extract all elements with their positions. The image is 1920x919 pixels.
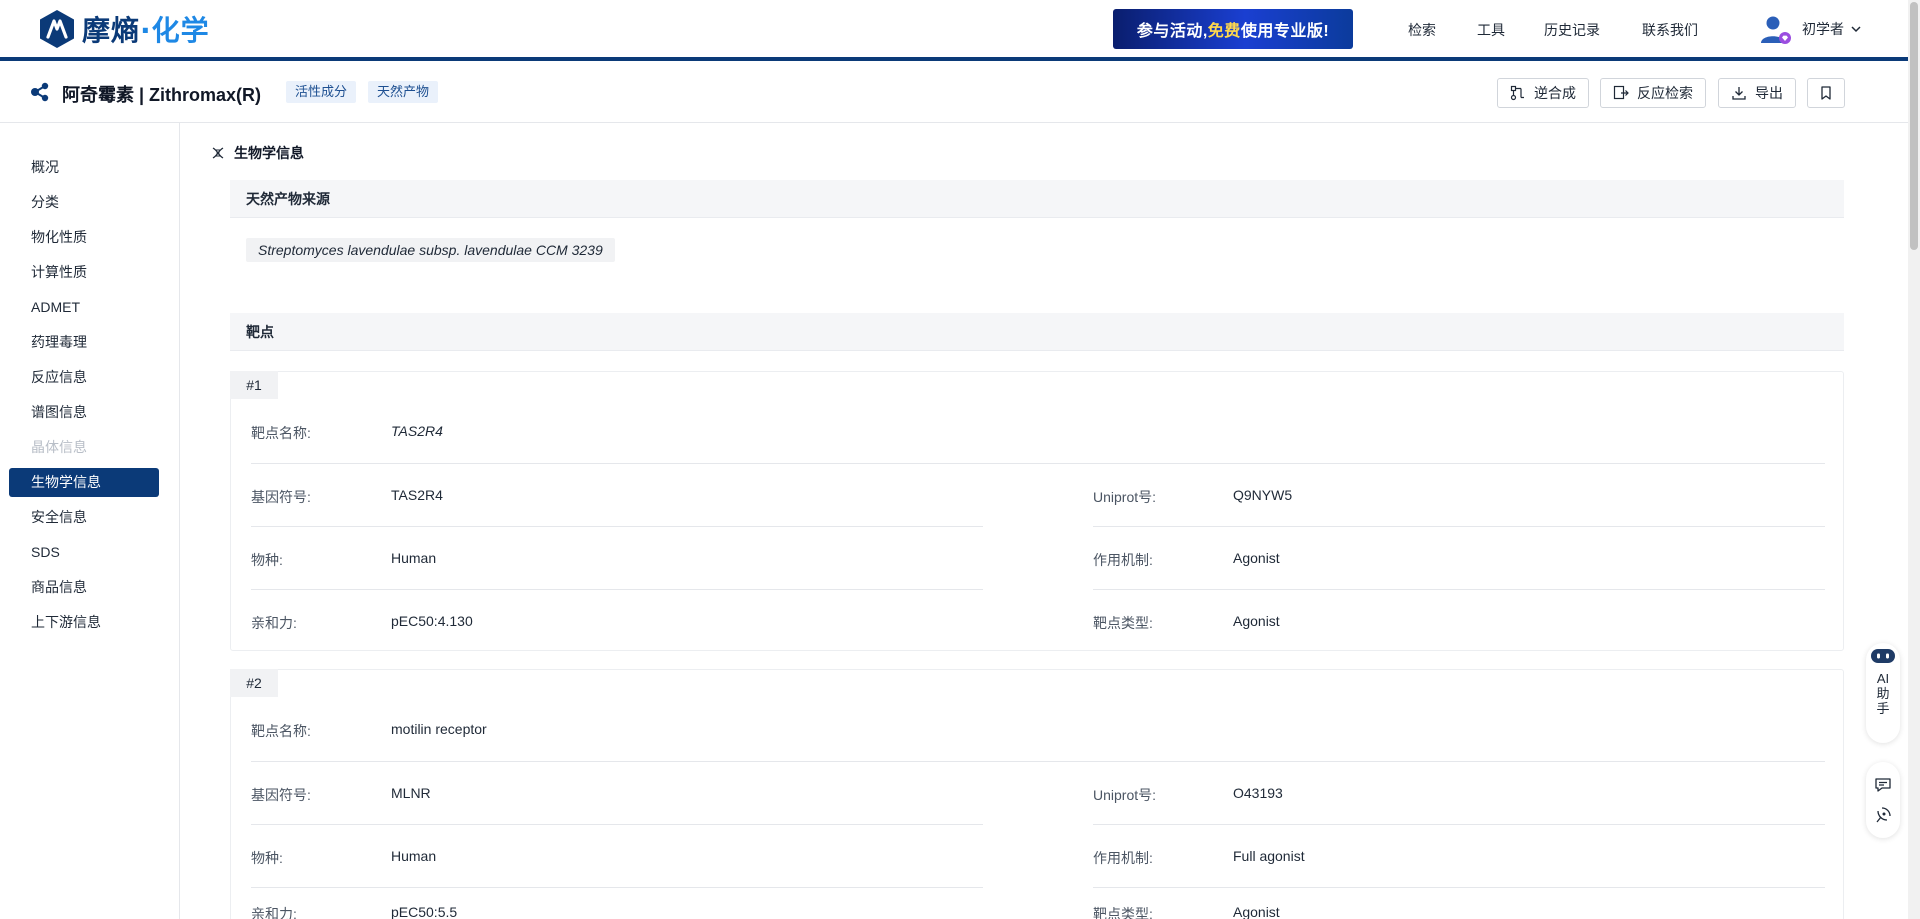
affinity-value: pEC50:5.5 <box>391 904 458 919</box>
nav-search[interactable]: 检索 <box>1408 20 1436 40</box>
satellite-icon[interactable] <box>1874 806 1892 824</box>
targets-heading: 靶点 <box>230 313 1844 351</box>
ai-assistant-label: AI助手 <box>1876 671 1890 716</box>
mechanism-label: 作用机制: <box>1093 552 1153 568</box>
affinity-label: 亲和力: <box>251 906 297 919</box>
nav-contact[interactable]: 联系我们 <box>1642 20 1698 40</box>
sidebar-item-admet[interactable]: ADMET <box>9 293 159 322</box>
affinity-label: 亲和力: <box>251 615 297 631</box>
species-label: 物种: <box>251 552 283 568</box>
sidebar-item-products[interactable]: 商品信息 <box>9 573 159 602</box>
row-divider <box>1093 589 1825 590</box>
target-type-value: Agonist <box>1233 904 1280 919</box>
gene-symbol-label: 基因符号: <box>251 787 311 803</box>
sidebar-item-upstream-downstream[interactable]: 上下游信息 <box>9 608 159 637</box>
sidebar-item-pharmacology[interactable]: 药理毒理 <box>9 328 159 357</box>
natural-source-species[interactable]: Streptomyces lavendulae subsp. lavendula… <box>246 238 615 262</box>
uniprot-label: Uniprot号: <box>1093 489 1157 505</box>
scrollbar-thumb[interactable] <box>1910 2 1918 250</box>
ai-assistant-button[interactable]: AI助手 <box>1866 643 1900 743</box>
section-title: 生物学信息 <box>210 143 304 163</box>
target-card: #1 靶点名称: TAS2R4 基因符号: TAS2R4 Uniprot号: Q… <box>230 371 1844 651</box>
retrosynthesis-icon <box>1510 85 1524 101</box>
feedback-icon[interactable] <box>1874 776 1892 794</box>
download-icon <box>1732 87 1746 100</box>
sidebar-item-biology[interactable]: 生物学信息 <box>9 468 159 497</box>
row-divider <box>1093 526 1825 527</box>
sidebar-nav: 概况 分类 物化性质 计算性质 ADMET 药理毒理 反应信息 谱图信息 晶体信… <box>0 123 180 919</box>
uniprot-value[interactable]: O43193 <box>1233 785 1283 801</box>
export-button[interactable]: 导出 <box>1718 78 1796 108</box>
nav-history[interactable]: 历史记录 <box>1544 20 1600 40</box>
row-divider <box>251 824 983 825</box>
sidebar-item-computed[interactable]: 计算性质 <box>9 258 159 287</box>
page-scrollbar[interactable] <box>1908 0 1920 919</box>
dna-icon <box>212 147 224 159</box>
row-divider <box>251 761 1825 762</box>
target-index-badge: #1 <box>230 371 278 399</box>
target-name-value: TAS2R4 <box>391 423 443 439</box>
bookmark-button[interactable] <box>1807 78 1845 108</box>
chevron-down-icon <box>1851 26 1861 33</box>
mechanism-value: Full agonist <box>1233 848 1305 864</box>
robot-icon <box>1871 649 1895 663</box>
uniprot-value[interactable]: Q9NYW5 <box>1233 487 1292 503</box>
user-name: 初学者 <box>1802 21 1844 37</box>
target-type-label: 靶点类型: <box>1093 906 1153 919</box>
target-card: #2 靶点名称: motilin receptor 基因符号: MLNR Uni… <box>230 669 1844 919</box>
species-label: 物种: <box>251 850 283 866</box>
affinity-value: pEC50:4.130 <box>391 613 473 629</box>
target-name-label: 靶点名称: <box>251 425 311 441</box>
row-divider <box>1093 824 1825 825</box>
bookmark-icon <box>1821 86 1831 100</box>
promo-banner[interactable]: 参与活动, 免费 使用专业版! <box>1113 9 1353 49</box>
reaction-search-button[interactable]: 反应检索 <box>1600 78 1706 108</box>
uniprot-label: Uniprot号: <box>1093 787 1157 803</box>
row-divider <box>251 526 983 527</box>
row-divider <box>251 463 1825 464</box>
row-divider <box>251 589 983 590</box>
brand-logo[interactable]: 摩熵·化学 <box>38 9 210 49</box>
species-value: Human <box>391 550 437 566</box>
retrosynthesis-button[interactable]: 逆合成 <box>1497 78 1589 108</box>
tag-natural-product[interactable]: 天然产物 <box>368 81 439 103</box>
brand-name: 摩熵·化学 <box>82 14 210 47</box>
sidebar-item-spectra[interactable]: 谱图信息 <box>9 398 159 427</box>
sidebar-item-physchem[interactable]: 物化性质 <box>9 223 159 252</box>
row-divider <box>251 887 983 888</box>
target-name-label: 靶点名称: <box>251 723 311 739</box>
compound-title: 阿奇霉素 | Zithromax(R) <box>62 85 262 105</box>
gene-symbol-value: TAS2R4 <box>391 487 443 503</box>
floating-tools <box>1866 762 1900 838</box>
nav-tools[interactable]: 工具 <box>1477 20 1505 40</box>
mechanism-label: 作用机制: <box>1093 850 1153 866</box>
target-type-label: 靶点类型: <box>1093 615 1153 631</box>
molecule-icon <box>31 82 49 102</box>
user-avatar-icon <box>1761 16 1791 44</box>
sidebar-item-safety[interactable]: 安全信息 <box>9 503 159 532</box>
sidebar-item-reaction[interactable]: 反应信息 <box>9 363 159 392</box>
species-value: Human <box>391 848 437 864</box>
sidebar-item-crystal: 晶体信息 <box>31 439 87 455</box>
top-header: 摩熵·化学 参与活动, 免费 使用专业版! 检索 工具 历史记录 联系我们 初学者 <box>0 0 1908 58</box>
gene-symbol-value: MLNR <box>391 785 431 801</box>
target-index-badge: #2 <box>230 669 278 697</box>
reaction-search-icon <box>1613 85 1629 100</box>
tag-active-ingredient[interactable]: 活性成分 <box>286 81 357 103</box>
target-name-value: motilin receptor <box>391 721 487 737</box>
sidebar-item-sds[interactable]: SDS <box>9 538 159 567</box>
natural-source-heading: 天然产物来源 <box>230 180 1844 218</box>
brand-logo-icon <box>40 10 74 48</box>
mechanism-value: Agonist <box>1233 550 1280 566</box>
sidebar-item-classification[interactable]: 分类 <box>9 188 159 217</box>
target-type-value: Agonist <box>1233 613 1280 629</box>
user-menu[interactable]: 初学者 <box>1758 12 1862 46</box>
row-divider <box>1093 887 1825 888</box>
compound-title-bar: 阿奇霉素 | Zithromax(R) 活性成分 天然产物 逆合成 反应检索 导… <box>0 61 1908 123</box>
sidebar-item-overview[interactable]: 概况 <box>9 153 159 182</box>
gene-symbol-label: 基因符号: <box>251 489 311 505</box>
